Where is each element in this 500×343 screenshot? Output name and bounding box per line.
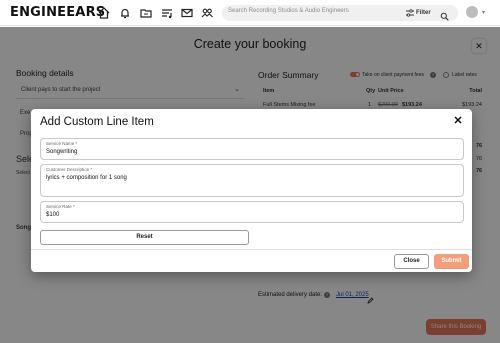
reset-button[interactable]: Reset (40, 230, 249, 245)
logo[interactable]: ENGINEEARS (10, 5, 105, 20)
filter-button[interactable]: Filter (406, 7, 431, 19)
search-icon[interactable] (440, 8, 449, 21)
customer-description-input[interactable]: lyrics + composition for 1 song (46, 175, 127, 181)
dialog-divider (31, 249, 472, 250)
service-name-field[interactable]: Service Name * Songwriting (40, 138, 464, 160)
add-line-item-dialog: Add Custom Line Item ✕ Service Name * So… (31, 109, 472, 272)
service-rate-field[interactable]: Service Rate * $100 (40, 201, 464, 223)
close-button[interactable]: Close (394, 254, 429, 269)
dialog-title: Add Custom Line Item (40, 116, 154, 128)
customer-description-label: Customer Description * (46, 167, 93, 172)
bell-icon[interactable] (118, 6, 132, 20)
search-input[interactable]: Search Recording Studios & Audio Enginee… (228, 8, 349, 14)
community-icon[interactable] (200, 6, 214, 20)
service-name-label: Service Name * (46, 141, 78, 146)
service-name-input[interactable]: Songwriting (46, 149, 77, 155)
filter-label: Filter (416, 10, 431, 16)
folder-icon[interactable] (139, 6, 153, 20)
filter-icon (406, 9, 414, 17)
user-icon[interactable] (466, 6, 478, 18)
mail-icon[interactable] (180, 6, 194, 20)
service-rate-label: Service Rate * (46, 204, 75, 209)
chevron-down-icon[interactable]: ▾ (482, 9, 485, 16)
service-rate-input[interactable]: $100 (46, 212, 59, 218)
top-navigation: ENGINEEARS Search Recording Studios & Au… (0, 0, 500, 26)
close-icon[interactable]: ✕ (452, 115, 464, 127)
queue-icon[interactable] (160, 6, 174, 20)
submit-button[interactable]: Submit (434, 254, 469, 269)
customer-description-field[interactable]: Customer Description * lyrics + composit… (40, 164, 464, 197)
search-bar[interactable]: Search Recording Studios & Audio Enginee… (222, 5, 458, 21)
home-icon[interactable] (97, 6, 111, 20)
